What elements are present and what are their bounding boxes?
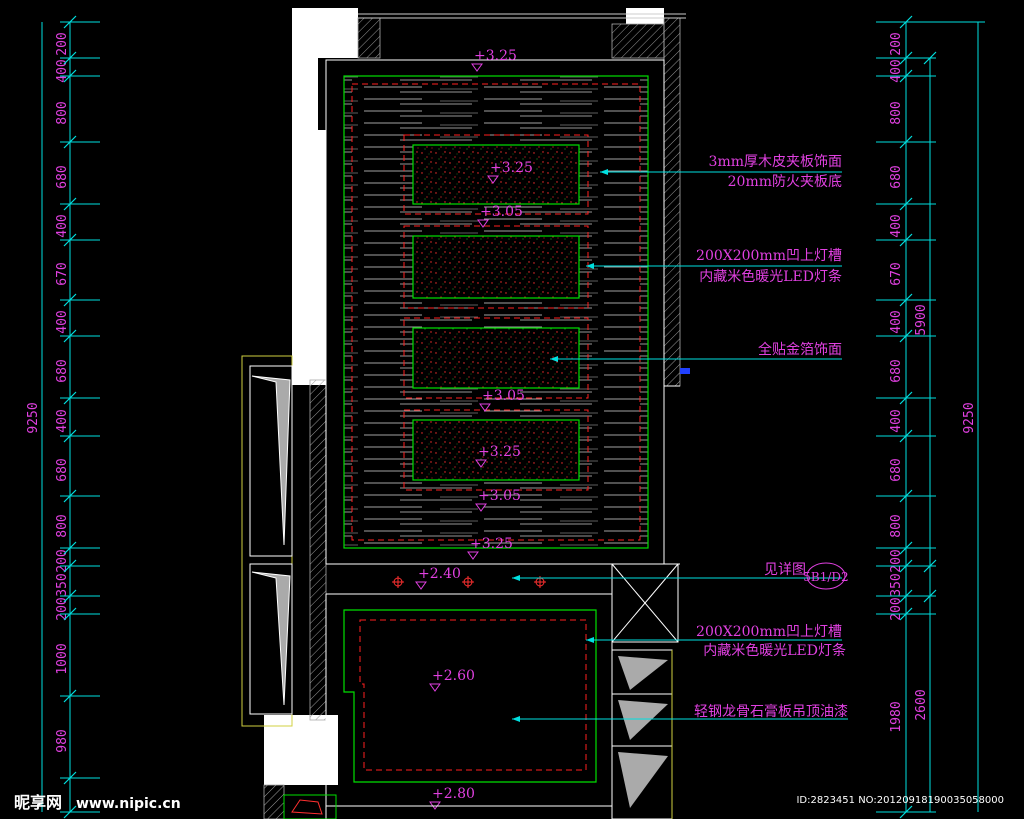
dimension-left-value: 200 — [55, 597, 70, 620]
dimension-left-value: 980 — [55, 729, 70, 752]
dimension-right-value: 400 — [889, 409, 904, 432]
level-symbol — [415, 581, 427, 590]
note-led-line1: 200X200mm凹上灯槽 — [696, 248, 842, 264]
level-bottom: +2.80 — [432, 786, 475, 802]
level-symbol — [467, 551, 479, 560]
level-symbol — [429, 683, 441, 692]
dimension-left-value: 400 — [55, 310, 70, 333]
dimension-right-value: 200 — [889, 32, 904, 55]
note-gold-leaf: 全贴金箔饰面 — [758, 341, 842, 358]
level-gap2: +3.05 — [482, 388, 525, 404]
dimension-right-value: 800 — [889, 101, 904, 124]
dimension-right-value: 1980 — [889, 701, 904, 732]
dimension-right-value: 400 — [889, 310, 904, 333]
note-gypsum-ceiling: 轻钢龙骨石膏板吊顶油漆 — [694, 703, 848, 720]
dimension-mid-right: 5900 — [914, 304, 929, 335]
watermark-url: www.nipic.cn — [76, 796, 181, 812]
dimension-left-value: 400 — [55, 214, 70, 237]
level-band-top: +3.25 — [470, 536, 513, 552]
dimension-left-value: 400 — [55, 59, 70, 82]
dimension-left-value: 800 — [55, 514, 70, 537]
level-lower-ceiling: +2.60 — [432, 668, 475, 684]
left-cabinet — [241, 355, 293, 727]
gold-leaf-panel-2 — [412, 235, 580, 299]
level-panel4: +3.25 — [478, 444, 521, 460]
level-gap3: +3.05 — [478, 488, 521, 504]
dimension-right-value: 670 — [889, 262, 904, 285]
level-gap1: +3.05 — [480, 204, 523, 220]
level-symbol — [471, 63, 483, 72]
dimension-right-value: 400 — [889, 214, 904, 237]
dimension-left-value: 800 — [55, 101, 70, 124]
note-see-detail: 见详图 — [764, 562, 806, 578]
note-wood-line2: 20mm防火夹板底 — [728, 174, 842, 190]
dimension-left-value: 1000 — [55, 643, 70, 674]
note-wood-line1: 3mm厚木皮夹板饰面 — [709, 154, 842, 170]
note-led2-line1: 200X200mm凹上灯槽 — [696, 624, 842, 640]
ceiling-plan-drawing: 9250 200 400 800 680 400 670 400 680 400 680 800 20… — [14, 8, 1004, 819]
dimension-right-value: 680 — [889, 165, 904, 188]
dimension-right-value: 680 — [889, 359, 904, 382]
level-band: +2.40 — [418, 566, 461, 582]
dimension-left-value: 680 — [55, 458, 70, 481]
dimension-left-value: 680 — [55, 359, 70, 382]
middle-band — [326, 563, 680, 643]
note-led2-line2: 内藏米色暖光LED灯条 — [703, 642, 846, 659]
note-detail-reference: 5B1/D2 — [803, 570, 848, 584]
dimension-total-right: 9250 — [962, 402, 977, 433]
dimension-right-value: 800 — [889, 514, 904, 537]
watermark-id: ID:2823451 NO:20120918190035058000 — [796, 795, 1004, 806]
note-led-line2: 内藏米色暖光LED灯条 — [699, 268, 842, 285]
level-top: +3.25 — [474, 48, 517, 64]
dimension-left-value: 200 — [55, 549, 70, 572]
dimension-left-value: 670 — [55, 262, 70, 285]
dimension-right-value: 680 — [889, 458, 904, 481]
dimension-left-value: 200 — [55, 32, 70, 55]
dimension-left-value: 680 — [55, 165, 70, 188]
dimension-right-value: 350 — [889, 573, 904, 596]
level-panel1: +3.25 — [490, 160, 533, 176]
dimension-left-value: 400 — [55, 409, 70, 432]
dimension-total-left: 9250 — [26, 402, 41, 433]
dimension-low-right: 2600 — [914, 689, 929, 720]
dimension-left-value: 350 — [55, 573, 70, 596]
watermark-brand: 昵享网 — [14, 793, 62, 812]
